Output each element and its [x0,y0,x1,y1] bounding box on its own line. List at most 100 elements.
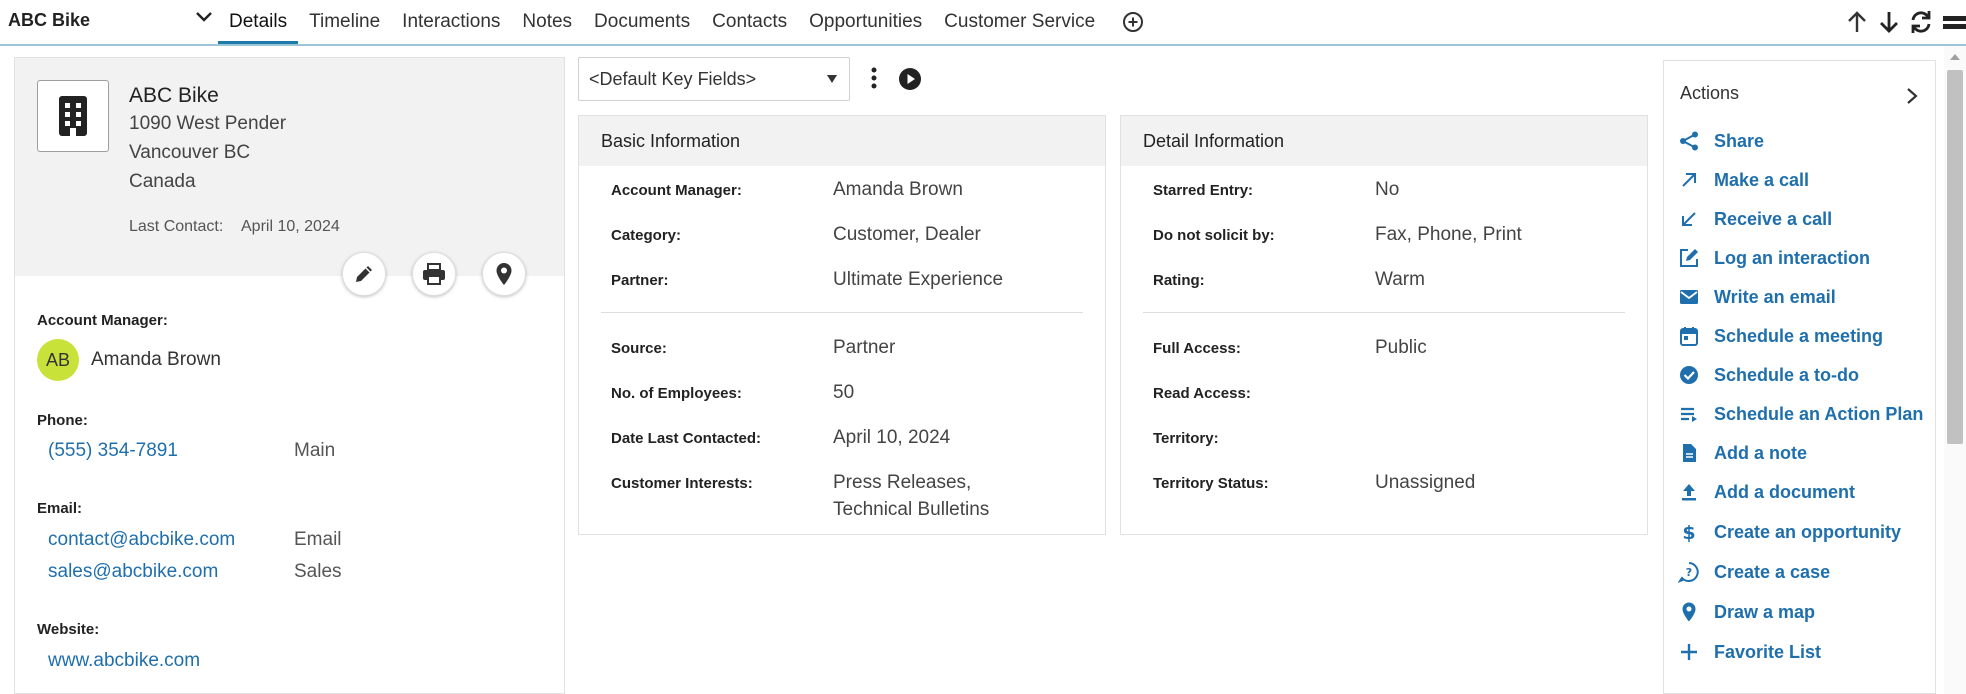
field-label: Customer Interests: [611,475,753,492]
avatar[interactable]: AB [37,339,79,381]
email-type: Sales [294,561,342,582]
field-label: Starred Entry: [1153,182,1254,199]
action-label: Share [1714,130,1765,151]
arrow-up-icon[interactable] [1844,8,1870,36]
action-create-case[interactable]: ? Create a case [1678,557,1830,587]
email-link[interactable]: sales@abcbike.com [48,561,218,583]
tab-documents[interactable]: Documents [583,0,701,44]
email-link[interactable]: contact@abcbike.com [48,529,235,551]
calendar-icon [1680,327,1698,346]
address-line3: Canada [129,171,196,192]
action-label: Schedule an Action Plan [1714,403,1924,424]
action-favorite-list[interactable]: Favorite List [1678,637,1821,667]
tab-bar: Details Timeline Interactions Notes Docu… [218,0,1146,46]
basic-info-title: Basic Information [579,116,1105,166]
action-draw-map[interactable]: Draw a map [1678,597,1815,627]
action-label: Create a case [1714,561,1831,582]
edit-square-icon [1680,249,1698,267]
help-bubble-icon: ? [1678,562,1699,583]
more-vertical-icon[interactable] [868,65,880,91]
tab-interactions[interactable]: Interactions [391,0,511,44]
field-label: Source: [611,340,667,357]
detail-info-card: Detail Information Starred Entry: No Do … [1120,115,1648,535]
field-value: Ultimate Experience [833,269,1004,290]
action-create-opportunity[interactable]: $ Create an opportunity [1678,517,1901,547]
plus-circle-icon[interactable] [1120,9,1146,35]
action-label: Create an opportunity [1714,521,1902,542]
chevron-down-icon[interactable] [193,6,215,28]
key-fields-select[interactable]: <Default Key Fields> [578,57,850,101]
action-share[interactable]: Share [1678,126,1764,156]
map-pin-icon [1682,602,1696,622]
action-make-call[interactable]: Make a call [1678,165,1809,195]
upload-icon [1682,484,1696,501]
map-pin-icon [496,263,512,285]
scroll-thumb[interactable] [1947,70,1963,444]
action-label: Receive a call [1714,208,1833,229]
action-log-interaction[interactable]: Log an interaction [1678,243,1870,273]
basic-info-card: Basic Information Account Manager: Amand… [578,115,1106,535]
action-schedule-todo[interactable]: Schedule a to-do [1678,360,1859,390]
tab-contacts[interactable]: Contacts [701,0,798,44]
play-circle-icon[interactable] [898,67,922,91]
action-label: Add a document [1714,481,1856,502]
field-value: Partner [833,337,896,358]
scrollbar[interactable] [1944,46,1966,694]
action-label: Add a note [1714,442,1807,463]
tab-timeline[interactable]: Timeline [298,0,391,44]
tab-details[interactable]: Details [218,0,299,44]
action-label: Schedule a meeting [1714,325,1884,346]
field-value: Amanda Brown [833,179,963,200]
layout-icon[interactable] [1940,8,1966,36]
top-bar: ABC Bike Details Timeline Interactions N… [0,0,1966,46]
scroll-up-arrow[interactable] [1950,54,1960,60]
building-icon [59,96,87,136]
field-value: Warm [1375,269,1425,290]
action-label: Schedule a to-do [1714,364,1860,385]
company-name: ABC Bike [129,84,219,107]
print-icon [423,263,445,285]
field-value: No [1375,179,1400,200]
refresh-icon[interactable] [1908,8,1934,36]
address-line2: Vancouver BC [129,142,251,163]
share-icon [1680,131,1698,151]
website-label: Website: [37,621,100,638]
tab-notes[interactable]: Notes [511,0,583,44]
last-contact-label: Last Contact: [129,218,224,235]
email-type: Email [294,529,342,550]
action-receive-call[interactable]: Receive a call [1678,204,1832,234]
field-label: Do not solicit by: [1153,227,1275,244]
field-label: Full Access: [1153,340,1241,357]
field-value: Public [1375,337,1427,358]
field-value: Fax, Phone, Print [1375,224,1522,245]
phone-link[interactable]: (555) 354-7891 [48,440,178,462]
action-label: Write an email [1714,286,1836,307]
caret-down-icon [827,75,837,83]
field-label: No. of Employees: [611,385,742,402]
action-schedule-meeting[interactable]: Schedule a meeting [1678,321,1883,351]
print-button[interactable] [412,252,456,296]
email-label: Email: [37,500,83,517]
chevron-right-icon[interactable] [1904,86,1920,106]
company-panel: ABC Bike 1090 West Pender Vancouver BC C… [14,57,565,694]
svg-text:?: ? [1686,566,1692,579]
record-nav [1844,8,1966,36]
account-manager-name: Amanda Brown [91,349,221,370]
tab-customer-service[interactable]: Customer Service [933,0,1106,44]
field-value: April 10, 2024 [833,427,951,448]
check-circle-icon [1680,366,1698,384]
action-add-document[interactable]: Add a document [1678,477,1855,507]
account-manager-label: Account Manager: [37,312,168,329]
action-write-email[interactable]: Write an email [1678,282,1836,312]
edit-button[interactable] [342,252,386,296]
field-label: Territory Status: [1153,475,1269,492]
action-add-note[interactable]: Add a note [1678,438,1807,468]
divider [601,312,1083,313]
actions-panel: Actions Share Make a call Receive a call… [1663,60,1936,694]
website-link[interactable]: www.abcbike.com [48,650,200,672]
map-button[interactable] [482,252,526,296]
action-schedule-action-plan[interactable]: Schedule an Action Plan [1678,399,1923,429]
arrow-down-icon[interactable] [1876,8,1902,36]
tab-opportunities[interactable]: Opportunities [798,0,933,44]
outgoing-call-icon [1682,173,1696,187]
